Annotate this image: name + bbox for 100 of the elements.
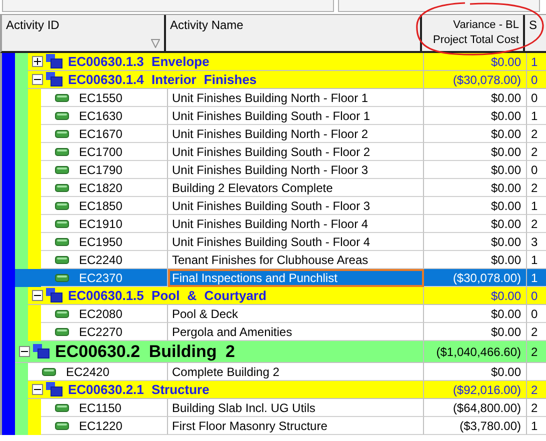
activity-id: EC1950	[79, 234, 122, 248]
variance-value: $0.00	[424, 363, 527, 381]
task-bar-icon	[55, 112, 69, 120]
wbs-label: EC00630.2.1 Structure	[68, 382, 210, 397]
expand-toggle[interactable]	[32, 384, 43, 395]
activity-id: EC1910	[79, 216, 122, 230]
variance-value: $0.00	[424, 107, 527, 125]
variance-value: $0.00	[424, 197, 527, 215]
column-header[interactable]: Activity ID	[2, 15, 166, 51]
task-bar-icon	[55, 202, 69, 210]
task-bar-icon	[55, 310, 69, 318]
activity-name: Tenant Finishes for Clubhouse Areas	[168, 251, 424, 269]
variance-value: $0.00	[424, 215, 527, 233]
variance-value: ($30,078.00)	[424, 269, 527, 287]
activity-id: EC2080	[79, 306, 122, 320]
column-header[interactable]: Variance - BL Project Total Cost	[422, 15, 525, 51]
toolbar-field[interactable]	[2, 0, 334, 12]
minus-icon	[34, 76, 41, 83]
wbs-icon	[46, 382, 63, 397]
activity-name: Unit Finishes Building South - Floor 3	[168, 197, 424, 215]
activity-name: Unit Finishes Building North - Floor 4	[168, 215, 424, 233]
minus-icon	[34, 292, 41, 299]
activity-id: EC1790	[79, 162, 122, 176]
variance-value: $0.00	[424, 89, 527, 107]
activity-name: First Floor Masonry Structure	[168, 417, 424, 435]
wbs-icon	[46, 72, 63, 87]
task-bar-icon	[55, 130, 69, 138]
activity-id: EC1670	[79, 126, 122, 140]
task-bar-icon	[55, 166, 69, 174]
minus-icon	[34, 386, 41, 393]
activity-id: EC1820	[79, 180, 122, 194]
activity-name: Unit Finishes Building South - Floor 4	[168, 233, 424, 251]
variance-value: $0.00	[424, 323, 527, 341]
wbs-label: EC00630.1.5 Pool & Courtyard	[68, 288, 266, 303]
activity-name: Unit Finishes Building South - Floor 2	[168, 143, 424, 161]
task-bar-icon	[55, 238, 69, 246]
activity-name: Final Inspections and Punchlist	[168, 269, 424, 287]
column-value: 1	[527, 53, 546, 71]
activity-id: EC1150	[79, 400, 122, 414]
activity-id: EC1630	[79, 108, 122, 122]
expand-toggle[interactable]	[32, 290, 43, 301]
variance-value: $0.00	[424, 251, 527, 269]
wbs-icon	[46, 288, 63, 303]
filter-icon[interactable]	[151, 39, 160, 48]
wbs-label: EC00630.1.3 Envelope	[68, 54, 210, 69]
expand-toggle[interactable]	[32, 74, 43, 85]
activity-id: EC2370	[79, 270, 122, 284]
task-bar-icon	[55, 328, 69, 336]
activity-id: EC1550	[79, 90, 122, 104]
activity-name: Pool & Deck	[168, 305, 424, 323]
activity-id: EC1850	[79, 198, 122, 212]
minus-icon	[21, 348, 28, 355]
activity-name: Building 2 Elevators Complete	[168, 179, 424, 197]
column-value: 0	[527, 71, 546, 89]
activity-id: EC2240	[79, 252, 122, 266]
activity-id: EC2270	[79, 324, 122, 338]
variance-value: $0.00	[424, 161, 527, 179]
activity-name: Unit Finishes Building North - Floor 2	[168, 125, 424, 143]
activity-id: EC1220	[79, 418, 122, 432]
toolbar-field[interactable]	[338, 0, 540, 12]
activity-id: EC1700	[79, 144, 122, 158]
activity-row[interactable]: EC1220 First Floor Masonry Structure ($3,780.00) 1	[0, 417, 546, 435]
task-bar-icon	[55, 422, 69, 430]
task-bar-icon	[55, 148, 69, 156]
variance-value: ($64,800.00)	[424, 399, 527, 417]
wbs-label: EC00630.1.4 Interior Finishes	[68, 72, 257, 87]
variance-value: $0.00	[424, 287, 527, 305]
column-header[interactable]: S	[525, 15, 546, 51]
expand-toggle[interactable]	[19, 346, 30, 357]
variance-value: ($30,078.00)	[424, 71, 527, 89]
variance-value: $0.00	[424, 125, 527, 143]
variance-value: $0.00	[424, 305, 527, 323]
task-bar-icon	[55, 220, 69, 228]
variance-value: ($1,040,466.60)	[424, 341, 527, 363]
task-bar-icon	[55, 274, 69, 282]
activity-id: EC2420	[66, 364, 110, 378]
task-bar-icon	[42, 368, 56, 376]
variance-value: $0.00	[424, 233, 527, 251]
task-bar-icon	[55, 184, 69, 192]
variance-value: $0.00	[424, 53, 527, 71]
activity-name: Building Slab Incl. UG Utils	[168, 399, 424, 417]
activity-name: Unit Finishes Building South - Floor 1	[168, 107, 424, 125]
expand-toggle[interactable]	[32, 56, 43, 67]
column-value: 2	[527, 381, 546, 399]
activity-name: Unit Finishes Building North - Floor 3	[168, 161, 424, 179]
variance-value: $0.00	[424, 179, 527, 197]
task-bar-icon	[55, 256, 69, 264]
activity-name: Complete Building 2	[168, 363, 424, 381]
wbs-icon	[33, 344, 50, 359]
wbs-icon	[46, 54, 63, 69]
variance-value: ($3,780.00)	[424, 417, 527, 435]
column-value: 1	[527, 269, 546, 287]
variance-value: ($92,016.00)	[424, 381, 527, 399]
task-bar-icon	[55, 94, 69, 102]
activity-name: Pergola and Amenities	[168, 323, 424, 341]
variance-value: $0.00	[424, 143, 527, 161]
column-value: 0	[527, 287, 546, 305]
task-bar-icon	[55, 404, 69, 412]
activity-name: Unit Finishes Building North - Floor 1	[168, 89, 424, 107]
column-header[interactable]: Activity Name	[166, 15, 422, 51]
